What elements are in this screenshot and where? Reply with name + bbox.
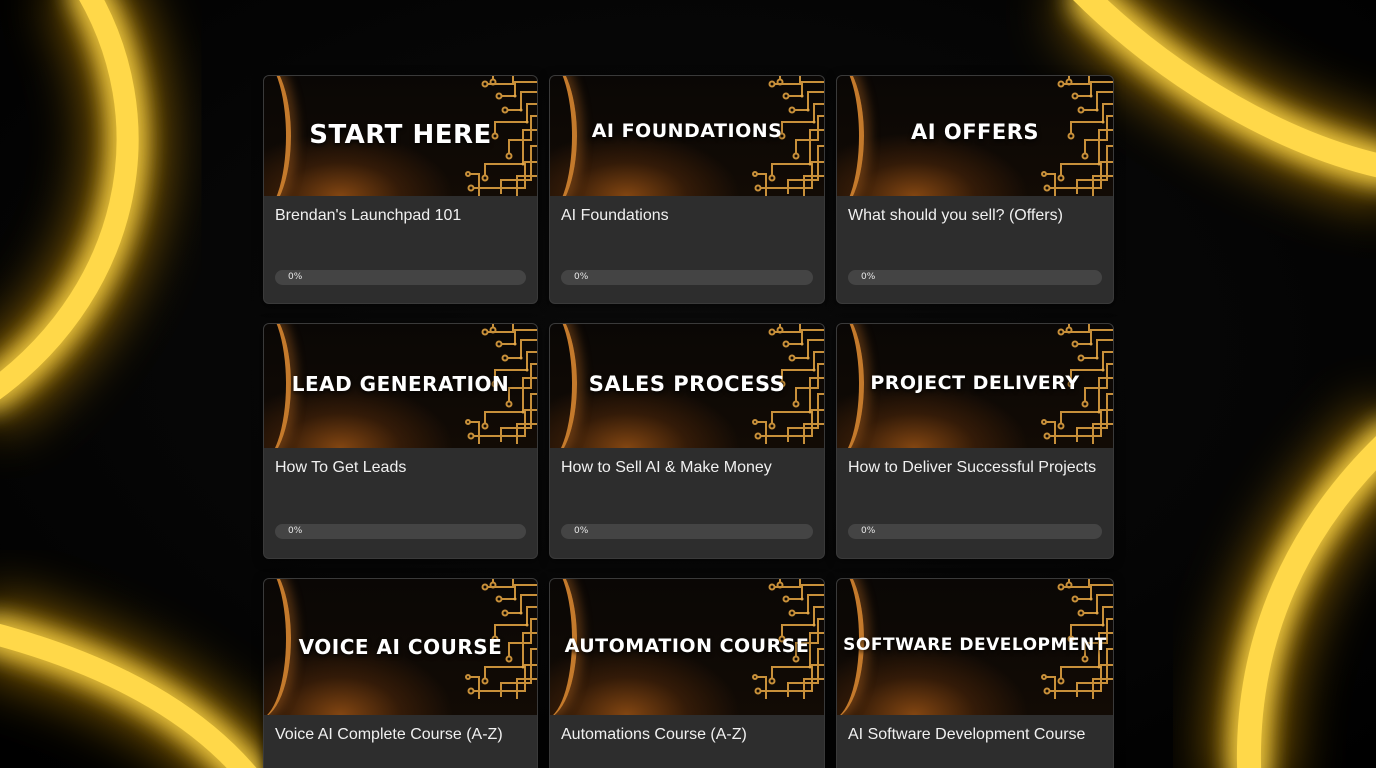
course-thumbnail: VOICE AI COURSE	[264, 579, 537, 715]
course-card[interactable]: VOICE AI COURSE Voice AI Complete Course…	[263, 578, 538, 768]
course-banner-title: PROJECT DELIVERY	[870, 372, 1080, 394]
course-info: How to Deliver Successful Projects	[837, 459, 1113, 477]
neon-arc-top-left	[0, 0, 163, 429]
course-info: How To Get Leads	[264, 459, 537, 477]
course-banner-title: LEAD GENERATION	[291, 372, 510, 396]
course-card[interactable]: AI OFFERS What should you sell? (Offers)…	[836, 75, 1114, 304]
course-banner-title: SALES PROCESS	[588, 372, 786, 396]
course-banner-title: SOFTWARE DEVELOPMENT	[843, 635, 1107, 655]
course-thumbnail: PROJECT DELIVERY	[837, 324, 1113, 448]
course-banner-title: AI FOUNDATIONS	[591, 120, 783, 142]
progress-percent: 0%	[861, 526, 876, 536]
course-thumbnail: LEAD GENERATION	[264, 324, 537, 448]
course-title: AI Foundations	[561, 207, 669, 224]
course-card[interactable]: SALES PROCESS How to Sell AI & Make Mone…	[549, 323, 825, 559]
course-title: What should you sell? (Offers)	[848, 207, 1063, 224]
course-title: Voice AI Complete Course (A-Z)	[275, 726, 503, 743]
course-info: Automations Course (A-Z)	[550, 726, 824, 744]
course-library-page: START HERE Brendan's Launchpad 101 0% AI…	[0, 0, 1376, 768]
neon-arc-bottom-left	[0, 599, 288, 768]
course-info: Brendan's Launchpad 101	[264, 207, 537, 225]
progress-bar: 0%	[848, 270, 1102, 285]
course-card[interactable]: PROJECT DELIVERY How to Deliver Successf…	[836, 323, 1114, 559]
course-thumbnail: AI OFFERS	[837, 76, 1113, 196]
progress-bar: 0%	[561, 524, 813, 539]
course-info: What should you sell? (Offers)	[837, 207, 1113, 225]
progress-bar: 0%	[275, 270, 526, 285]
course-card[interactable]: LEAD GENERATION How To Get Leads 0%	[263, 323, 538, 559]
course-card[interactable]: AUTOMATION COURSE Automations Course (A-…	[549, 578, 825, 768]
progress-bar: 0%	[275, 524, 526, 539]
progress-percent: 0%	[574, 526, 589, 536]
course-info: Voice AI Complete Course (A-Z)	[264, 726, 537, 744]
course-banner-title: START HERE	[309, 120, 492, 150]
progress-percent: 0%	[574, 272, 589, 282]
progress-bar: 0%	[848, 524, 1102, 539]
course-title: AI Software Development Course	[848, 726, 1086, 743]
course-banner-title: AI OFFERS	[910, 120, 1040, 144]
neon-arc-top-right	[1055, 0, 1376, 201]
course-title: Automations Course (A-Z)	[561, 726, 747, 743]
course-banner-title: AUTOMATION COURSE	[564, 635, 810, 657]
progress-percent: 0%	[288, 272, 303, 282]
course-title: Brendan's Launchpad 101	[275, 207, 462, 224]
course-thumbnail: SOFTWARE DEVELOPMENT	[837, 579, 1113, 715]
course-info: How to Sell AI & Make Money	[550, 459, 824, 477]
course-thumbnail: SALES PROCESS	[550, 324, 824, 448]
progress-percent: 0%	[861, 272, 876, 282]
course-card[interactable]: AI FOUNDATIONS AI Foundations 0%	[549, 75, 825, 304]
course-thumbnail: START HERE	[264, 76, 537, 196]
course-banner-title: VOICE AI COURSE	[298, 635, 503, 659]
course-thumbnail: AUTOMATION COURSE	[550, 579, 824, 715]
course-thumbnail: AI FOUNDATIONS	[550, 76, 824, 196]
course-info: AI Software Development Course	[837, 726, 1113, 744]
course-title: How To Get Leads	[275, 459, 407, 476]
course-info: AI Foundations	[550, 207, 824, 225]
neon-arc-bottom-right	[1214, 404, 1376, 768]
progress-bar: 0%	[561, 270, 813, 285]
progress-percent: 0%	[288, 526, 303, 536]
course-title: How to Sell AI & Make Money	[561, 459, 772, 476]
course-card[interactable]: SOFTWARE DEVELOPMENT AI Software Develop…	[836, 578, 1114, 768]
course-title: How to Deliver Successful Projects	[848, 459, 1097, 476]
course-card[interactable]: START HERE Brendan's Launchpad 101 0%	[263, 75, 538, 304]
